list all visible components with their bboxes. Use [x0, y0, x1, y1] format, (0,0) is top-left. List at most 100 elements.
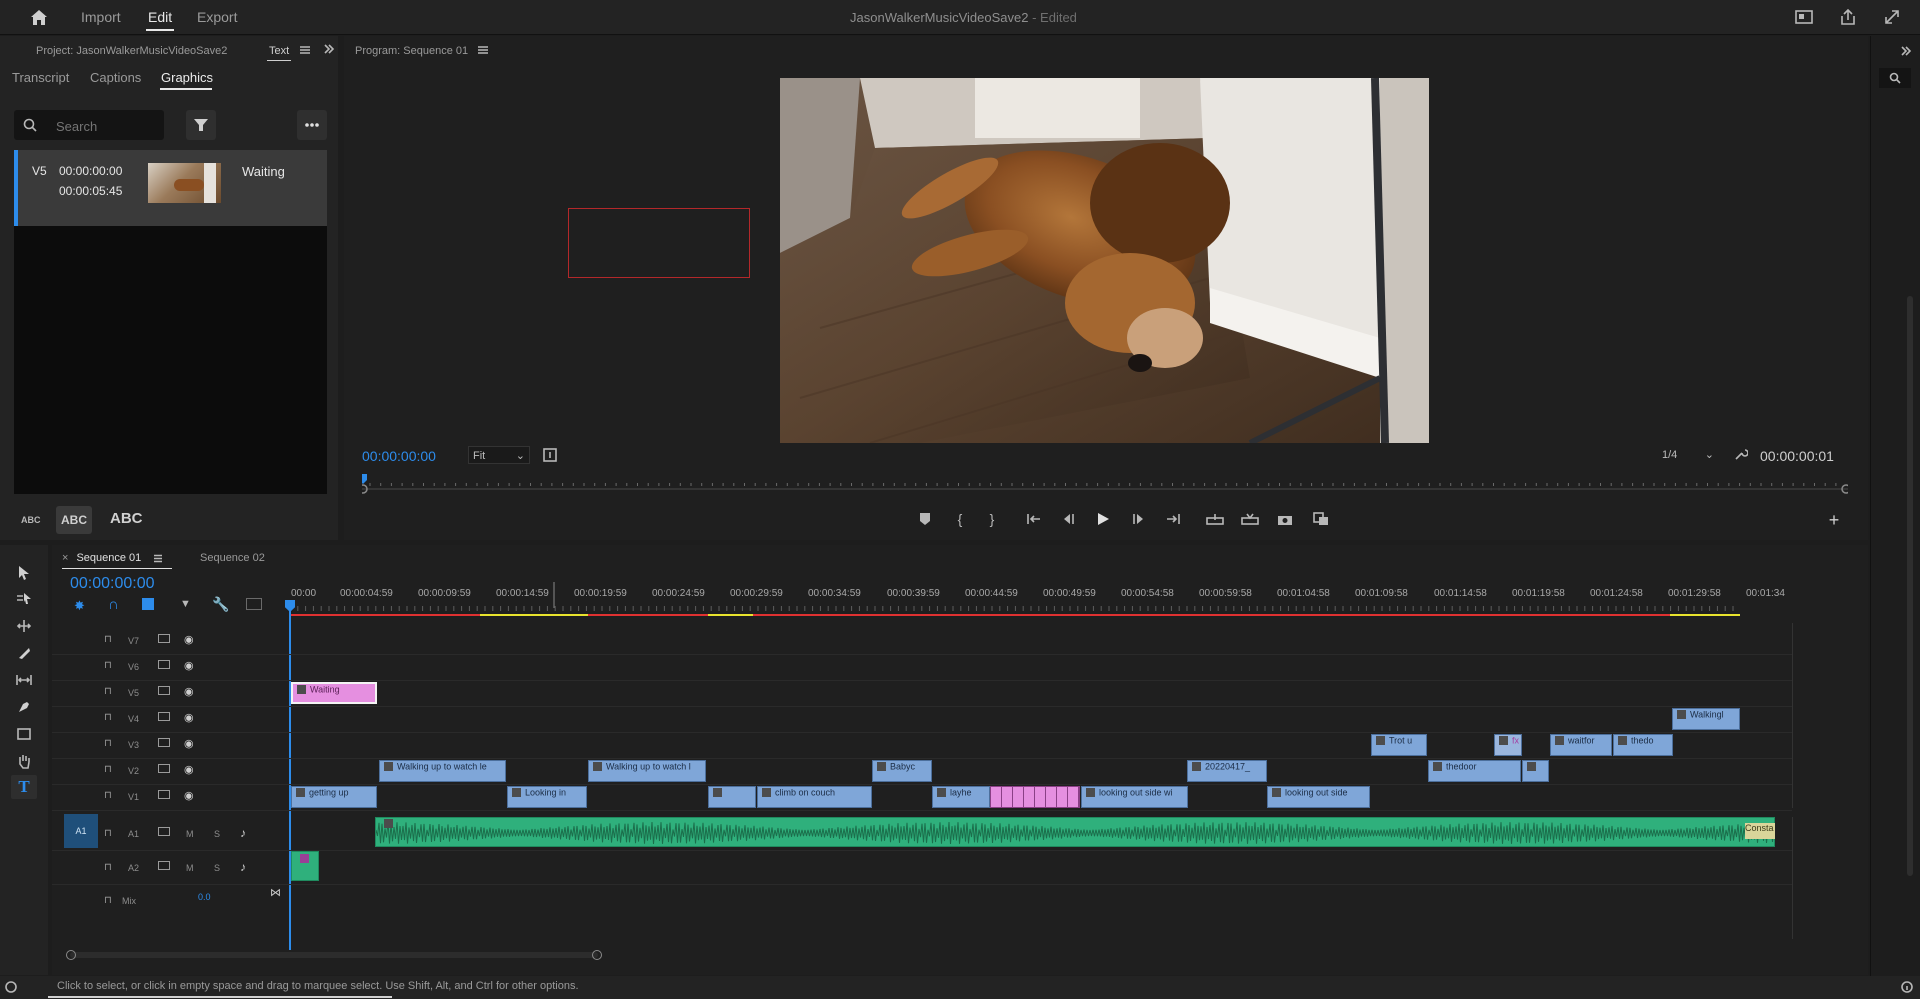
- video-track-row[interactable]: [52, 654, 1792, 681]
- go-to-out-icon[interactable]: [1164, 511, 1182, 527]
- sync-lock-icon[interactable]: [158, 660, 170, 669]
- clip-thedo[interactable]: thedo: [1613, 734, 1673, 756]
- workspaces-icon[interactable]: [1794, 8, 1814, 26]
- audio-clip-a1[interactable]: [375, 817, 1775, 847]
- resolution-dropdown[interactable]: 1/4 ⌄: [1656, 446, 1718, 464]
- sync-lock-icon[interactable]: [158, 764, 170, 773]
- eye-icon[interactable]: ◉: [184, 711, 194, 724]
- clip-waitfor[interactable]: waitfor: [1550, 734, 1612, 756]
- snap-magnet-icon[interactable]: ∩: [108, 596, 119, 613]
- fit-dropdown[interactable]: Fit ⌄: [468, 446, 530, 464]
- sync-lock-icon[interactable]: [158, 712, 170, 721]
- settings-wrench-icon[interactable]: [1733, 446, 1749, 462]
- insert-icon[interactable]: [542, 447, 558, 463]
- sync-lock-icon[interactable]: [158, 827, 170, 836]
- clip-looking-in[interactable]: Looking in: [507, 786, 587, 808]
- video-track-row[interactable]: [52, 628, 1792, 655]
- sync-lock-icon[interactable]: [158, 738, 170, 747]
- mute-button[interactable]: M: [186, 829, 194, 839]
- graphics-item[interactable]: V5 00:00:00:00 00:00:05:45 Waiting: [14, 150, 327, 226]
- mute-button[interactable]: M: [186, 863, 194, 873]
- share-icon[interactable]: [1838, 7, 1858, 27]
- clip-getting-up[interactable]: getting up: [291, 786, 377, 808]
- solo-button[interactable]: S: [214, 863, 220, 873]
- clip-climb-on-couch[interactable]: climb on couch: [757, 786, 872, 808]
- hand-tool-icon[interactable]: [14, 751, 34, 771]
- panel-menu-icon[interactable]: [298, 44, 312, 56]
- nav-edit[interactable]: Edit: [148, 9, 172, 25]
- timeline-v-scrollbar-video[interactable]: [1792, 623, 1801, 808]
- timeline-timecode[interactable]: 00:00:00:00: [70, 575, 155, 593]
- sync-lock-icon[interactable]: [158, 790, 170, 799]
- eye-icon[interactable]: ◉: [184, 763, 194, 776]
- linked-selection-icon[interactable]: [142, 598, 154, 610]
- text-size-large[interactable]: ABC: [110, 510, 143, 527]
- eye-icon[interactable]: ◉: [184, 789, 194, 802]
- nest-icon[interactable]: ✸: [74, 598, 85, 614]
- close-icon[interactable]: ×: [62, 552, 68, 564]
- mix-value[interactable]: 0.0: [198, 892, 211, 902]
- right-scrollbar[interactable]: [1907, 296, 1913, 876]
- microphone-icon[interactable]: ♪: [240, 860, 246, 874]
- timeline-v-scrollbar-audio[interactable]: [1792, 817, 1801, 939]
- pen-tool-icon[interactable]: [14, 697, 34, 717]
- play-icon[interactable]: [1094, 510, 1112, 528]
- captions-icon[interactable]: [246, 598, 262, 610]
- eye-icon[interactable]: ◉: [184, 659, 194, 672]
- rectangle-tool-icon[interactable]: [14, 724, 34, 744]
- track-lock-icon[interactable]: ⊓: [104, 660, 112, 671]
- eye-icon[interactable]: ◉: [184, 737, 194, 750]
- clip-fx[interactable]: fx: [1494, 734, 1522, 756]
- microphone-icon[interactable]: ♪: [240, 826, 246, 840]
- sync-lock-icon[interactable]: [158, 686, 170, 695]
- clip-babyc[interactable]: Babyc: [872, 760, 932, 782]
- filter-icon[interactable]: [186, 110, 216, 140]
- more-options-icon[interactable]: [297, 110, 327, 140]
- step-back-icon[interactable]: [1059, 511, 1077, 527]
- right-search-icon[interactable]: [1879, 68, 1911, 88]
- clip-walking-up-1[interactable]: Walking up to watch le: [379, 760, 506, 782]
- track-lock-icon[interactable]: ⊓: [104, 895, 112, 906]
- track-lock-icon[interactable]: ⊓: [104, 738, 112, 749]
- track-select-tool-icon[interactable]: [14, 589, 34, 609]
- eye-icon[interactable]: ◉: [184, 633, 194, 646]
- program-scrub-bar[interactable]: [358, 474, 1851, 496]
- clip-trot[interactable]: Trot u: [1371, 734, 1427, 756]
- clip-unnamed-v1[interactable]: [708, 786, 756, 808]
- add-marker-timeline-icon[interactable]: ▼: [180, 598, 191, 610]
- sync-lock-icon[interactable]: [158, 634, 170, 643]
- clip-waiting[interactable]: Waiting: [291, 682, 377, 704]
- add-marker-icon[interactable]: [917, 511, 933, 527]
- search-box[interactable]: [14, 110, 164, 140]
- tab-sequence-01[interactable]: × Sequence 01: [62, 552, 141, 564]
- slip-tool-icon[interactable]: [14, 670, 34, 690]
- eye-icon[interactable]: ◉: [184, 685, 194, 698]
- track-lock-icon[interactable]: ⊓: [104, 790, 112, 801]
- program-menu-icon[interactable]: [476, 44, 490, 56]
- fullscreen-icon[interactable]: [1882, 7, 1902, 27]
- timeline-h-scrollbar[interactable]: [66, 950, 602, 960]
- sequence-menu-icon[interactable]: [152, 553, 164, 563]
- track-lock-icon[interactable]: ⊓: [104, 862, 112, 873]
- video-frame[interactable]: [780, 78, 1429, 443]
- timeline-settings-icon[interactable]: 🔧: [212, 596, 229, 613]
- clip-unnamed-v2[interactable]: [1522, 760, 1549, 782]
- clip-walkingl[interactable]: Walkingl: [1672, 708, 1740, 730]
- program-timecode[interactable]: 00:00:00:00: [362, 448, 436, 464]
- tab-transcript[interactable]: Transcript: [12, 70, 69, 85]
- tab-graphics[interactable]: Graphics: [161, 70, 213, 85]
- track-lock-icon[interactable]: ⊓: [104, 634, 112, 645]
- text-panel-tab[interactable]: Text: [269, 45, 289, 57]
- text-size-small[interactable]: ABC: [21, 515, 41, 525]
- go-to-in-icon[interactable]: [1025, 511, 1043, 527]
- track-lock-icon[interactable]: ⊓: [104, 828, 112, 839]
- video-track-row[interactable]: [52, 732, 1792, 759]
- export-frame-icon[interactable]: [1276, 511, 1294, 527]
- text-size-medium[interactable]: ABC: [56, 506, 92, 534]
- graphics-clips-strip[interactable]: [990, 786, 1080, 808]
- mark-in-icon[interactable]: {: [952, 511, 968, 527]
- solo-button[interactable]: S: [214, 829, 220, 839]
- type-tool-icon[interactable]: T: [11, 775, 37, 799]
- razor-tool-icon[interactable]: [14, 643, 34, 663]
- track-lock-icon[interactable]: ⊓: [104, 712, 112, 723]
